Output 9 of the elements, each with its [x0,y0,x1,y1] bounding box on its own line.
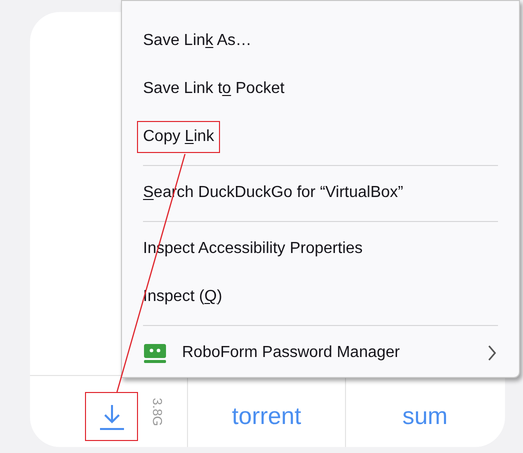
robot-icon [143,342,167,364]
menu-item[interactable]: Save Link As… [137,25,258,57]
submenu-item[interactable]: RoboForm Password Manager [122,329,519,377]
chevron-right-icon [487,345,497,361]
menu-item[interactable]: Save Link to Pocket [137,73,290,105]
menu-item[interactable]: Inspect (Q) [137,281,228,313]
file-size: 3.8G [148,398,166,426]
menu-item[interactable]: Copy Link [137,121,220,153]
download-button[interactable] [85,392,138,441]
